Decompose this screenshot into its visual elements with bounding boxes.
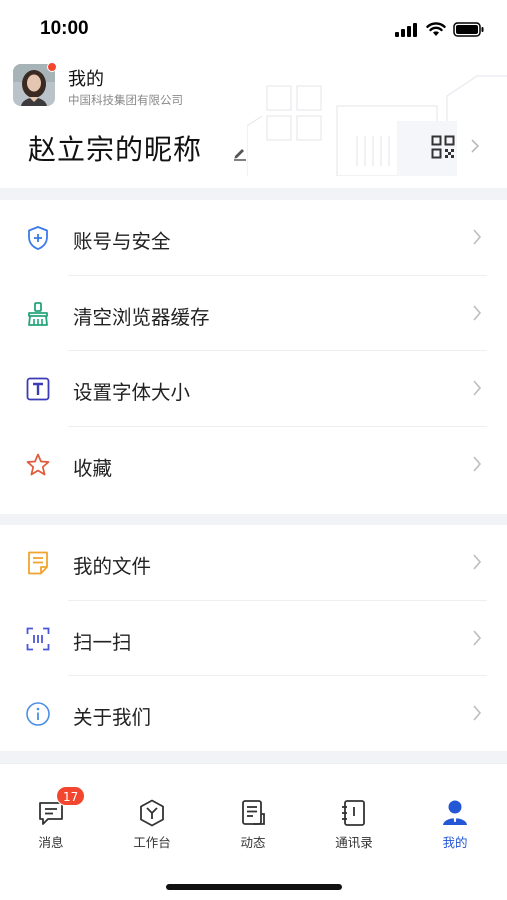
edit-icon[interactable] bbox=[232, 145, 248, 161]
unread-badge: 17 bbox=[56, 786, 86, 806]
workbench-icon bbox=[140, 799, 164, 827]
menu-item-scan[interactable]: 扫一扫 bbox=[0, 601, 507, 676]
status-bar: 10:00 bbox=[0, 0, 507, 56]
bottom-tab-bar: 17 消息 工作台 动态 通讯录 我的 bbox=[0, 763, 507, 900]
menu-item-label: 设置字体大小 bbox=[73, 381, 191, 404]
menu-item-favorites[interactable]: 收藏 bbox=[0, 427, 507, 503]
menu-group-settings: 账号与安全 清空浏览器缓存 设置字体大小 收藏 bbox=[0, 200, 507, 502]
menu-item-label: 我的文件 bbox=[73, 555, 152, 578]
tab-contacts[interactable]: 通讯录 bbox=[309, 786, 399, 856]
tab-workbench[interactable]: 工作台 bbox=[107, 786, 197, 856]
feed-icon bbox=[242, 800, 265, 825]
shield-plus-icon bbox=[28, 226, 48, 250]
city-illustration bbox=[247, 75, 507, 176]
chevron-right-icon[interactable] bbox=[470, 138, 480, 154]
menu-item-label: 收藏 bbox=[73, 456, 113, 480]
text-size-icon bbox=[26, 377, 50, 401]
notification-dot bbox=[47, 62, 57, 72]
info-icon bbox=[26, 702, 50, 726]
home-indicator bbox=[166, 884, 342, 890]
tab-label: 我的 bbox=[442, 835, 468, 850]
section-divider bbox=[0, 751, 507, 763]
menu-item-my-files[interactable]: 我的文件 bbox=[0, 525, 507, 601]
tab-label: 工作台 bbox=[133, 835, 171, 850]
tab-label: 通讯录 bbox=[335, 835, 373, 850]
tab-profile[interactable]: 我的 bbox=[410, 786, 500, 856]
status-time: 10:00 bbox=[40, 18, 89, 39]
menu-item-label: 清空浏览器缓存 bbox=[73, 305, 210, 329]
chevron-right-icon bbox=[473, 705, 482, 721]
chevron-right-icon bbox=[473, 304, 482, 321]
contacts-icon bbox=[342, 800, 365, 826]
qr-code-icon[interactable] bbox=[431, 135, 455, 159]
menu-item-account-security[interactable]: 账号与安全 bbox=[0, 200, 507, 276]
scan-icon bbox=[26, 627, 50, 650]
signal-icon bbox=[395, 22, 417, 37]
chevron-right-icon bbox=[473, 380, 482, 396]
page-title: 我的 bbox=[68, 69, 104, 90]
menu-item-clear-cache[interactable]: 清空浏览器缓存 bbox=[0, 276, 507, 351]
chevron-right-icon bbox=[473, 629, 482, 646]
section-divider bbox=[0, 188, 507, 200]
chevron-right-icon bbox=[473, 455, 482, 472]
battery-icon bbox=[453, 22, 484, 37]
tab-label: 动态 bbox=[240, 835, 266, 850]
wifi-icon bbox=[426, 22, 446, 36]
profile-icon bbox=[443, 800, 467, 825]
menu-item-label: 账号与安全 bbox=[73, 230, 171, 253]
broom-icon bbox=[28, 301, 48, 326]
profile-header: 我的 中国科技集团有限公司 赵立宗的昵称 bbox=[0, 56, 507, 188]
chevron-right-icon bbox=[473, 229, 482, 245]
star-icon bbox=[26, 453, 50, 475]
tab-label: 消息 bbox=[38, 835, 64, 850]
tab-messages[interactable]: 17 消息 bbox=[6, 786, 96, 856]
chevron-right-icon bbox=[473, 554, 482, 570]
menu-item-label: 扫一扫 bbox=[73, 630, 132, 654]
menu-item-font-size[interactable]: 设置字体大小 bbox=[0, 351, 507, 427]
menu-item-label: 关于我们 bbox=[73, 706, 152, 729]
menu-group-tools: 我的文件 扫一扫 关于我们 bbox=[0, 525, 507, 752]
status-icons bbox=[395, 22, 485, 37]
company-name: 中国科技集团有限公司 bbox=[68, 93, 183, 107]
menu-item-about-us[interactable]: 关于我们 bbox=[0, 676, 507, 752]
document-icon bbox=[28, 551, 48, 575]
nickname: 赵立宗的昵称 bbox=[28, 133, 203, 166]
tab-feed[interactable]: 动态 bbox=[208, 786, 298, 856]
